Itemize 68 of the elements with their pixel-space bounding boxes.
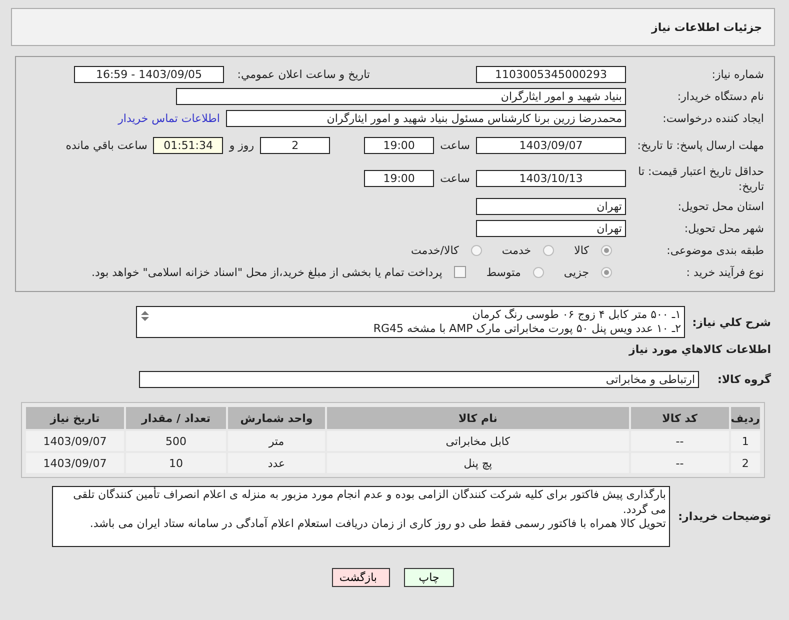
- option-label: جزیی: [564, 266, 589, 278]
- field-label: نوع فرآیند خرید :: [685, 264, 764, 280]
- column-header: تعداد / مقدار: [126, 407, 226, 429]
- field-label: استان محل تحویل:: [676, 198, 764, 214]
- field-label: ایجاد کننده درخواست:: [662, 110, 764, 126]
- city-field[interactable]: تهران: [476, 220, 626, 236]
- time-field[interactable]: 19:00: [364, 170, 434, 187]
- days-field[interactable]: 2: [260, 137, 330, 154]
- time-label: ساعت: [440, 172, 470, 185]
- table-cell: 1403/09/07: [26, 431, 124, 451]
- province-field[interactable]: تهران: [476, 198, 626, 214]
- table-cell: 2: [730, 453, 760, 473]
- field-label: مهلت ارسال پاسخ: تا تاریخ:: [636, 138, 764, 153]
- radio-button[interactable]: [601, 266, 612, 278]
- announce-date-field[interactable]: 1403/09/05 - 16:59: [74, 66, 224, 82]
- field-label: طبقه بندی موضوعی:: [666, 242, 764, 258]
- field-label: توضیحات خریدار:: [677, 510, 771, 523]
- option-label: خدمت: [502, 244, 532, 256]
- table-cell: 1: [730, 431, 760, 451]
- field-label: نام دستگاه خریدار:: [676, 88, 764, 104]
- description-field[interactable]: ۱ـ ۵۰۰ متر کابل ۴ زوج ۰۶ طوسی رنگ کرمان ۲ـ ۱۰ عدد ویس پنل ۵۰ پورت مخابراتی مارک AMP با مشخه RG45: [136, 306, 685, 338]
- table-cell: عدد: [228, 453, 325, 473]
- field-label: حداقل تاریخ اعتبار قیمت: تا تاریخ:: [637, 164, 764, 194]
- creator-field[interactable]: محمدرضا زرین برنا کارشناس مسئول بنیاد شهید و امور ایثارگران: [226, 110, 626, 126]
- option-label: کالا: [574, 244, 589, 256]
- days-label: روز و: [229, 139, 254, 152]
- contact-link[interactable]: اطلاعات تماس خریدار: [118, 112, 220, 124]
- section-title: اطلاعات کالاهاي مورد نياز: [628, 343, 771, 356]
- remaining-label: ساعت باقي مانده: [66, 139, 148, 152]
- buyer-notes-field[interactable]: بارگذاری پیش فاکتور برای کلیه شرکت کنندگان الزامی بوده و عدم انجام مورد مزبور به منزله ی اعلام انصراف تأمین کنندگان تلقی می گردد. تحویل کالا همراه با فاکتور رسمی فقط طی دو روز کاری از زمان دریافت استعلام اعلام آمادگی در سامانه ستاد ایران می باشد.: [52, 486, 670, 547]
- scroll-arrows-icon: [140, 310, 150, 322]
- column-header: نام کالا: [327, 407, 629, 429]
- table-cell: متر: [228, 431, 325, 451]
- back-button[interactable]: بازگشت: [332, 568, 390, 587]
- table-cell: پچ پنل: [327, 453, 629, 473]
- option-label: کالا/خدمت: [411, 244, 459, 256]
- checkbox-label: پرداخت تمام یا بخشی از مبلغ خرید،از محل "اسناد خزانه اسلامی" خواهد بود.: [92, 266, 442, 278]
- field-label: شهر محل تحویل:: [683, 220, 764, 236]
- table-cell: 500: [126, 431, 226, 451]
- field-label: شرح کلي نياز:: [691, 316, 771, 328]
- date-field[interactable]: 1403/10/13: [476, 170, 626, 187]
- field-label: گروه کالا:: [716, 372, 771, 386]
- radio-button[interactable]: [532, 266, 544, 278]
- radio-button[interactable]: [601, 244, 612, 256]
- table-cell: 10: [126, 453, 226, 473]
- column-header: رديف: [730, 407, 760, 429]
- option-label: متوسط: [486, 266, 521, 278]
- column-header: تاریخ نیاز: [26, 407, 124, 429]
- remaining-time-field: 01:51:34: [153, 137, 224, 154]
- buyer-org-field[interactable]: بنیاد شهید و امور ایثارگران: [176, 88, 626, 104]
- checkbox[interactable]: [454, 266, 466, 278]
- need-number-field[interactable]: 1103005345000293: [476, 66, 626, 82]
- page-title: جزئیات اطلاعات نیاز: [652, 20, 762, 34]
- print-button[interactable]: چاپ: [404, 568, 454, 587]
- date-field[interactable]: 1403/09/07: [476, 137, 626, 154]
- time-field[interactable]: 19:00: [364, 137, 434, 154]
- goods-group-field[interactable]: ارتباطی و مخابراتی: [139, 370, 699, 388]
- column-header: واحد شمارش: [228, 407, 325, 429]
- table-cell: کابل مخابراتی: [327, 431, 629, 451]
- radio-button[interactable]: [543, 244, 554, 256]
- table-cell: 1403/09/07: [26, 453, 124, 473]
- radio-button[interactable]: [470, 244, 482, 256]
- field-label: شماره نیاز:: [710, 66, 764, 82]
- table-cell: --: [630, 431, 729, 451]
- field-label: تاریخ و ساعت اعلان عمومي:: [236, 68, 370, 80]
- column-header: کد کالا: [630, 407, 729, 429]
- table-cell: --: [630, 453, 729, 473]
- time-label: ساعت: [440, 139, 470, 152]
